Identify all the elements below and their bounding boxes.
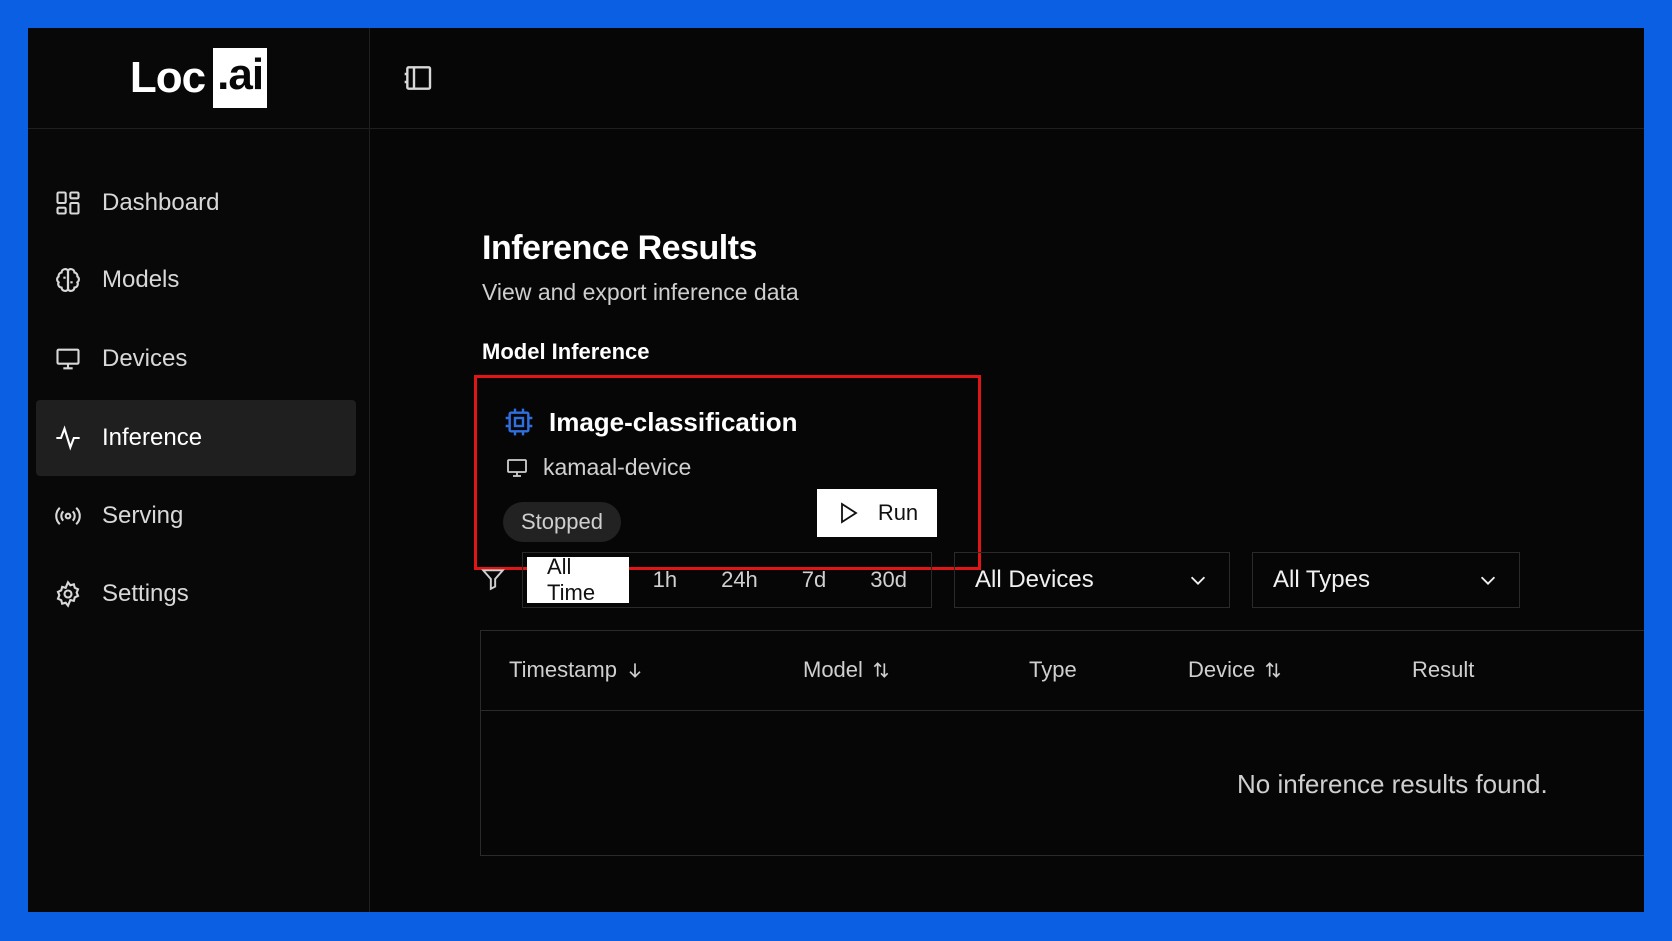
column-header-result: Result: [1412, 657, 1474, 683]
monitor-icon: [507, 458, 527, 477]
logo[interactable]: Loc .ai: [129, 48, 268, 108]
time-range-24h[interactable]: 24h: [701, 557, 778, 603]
sidebar-item-devices[interactable]: Devices: [36, 321, 356, 397]
run-button[interactable]: Run: [817, 489, 937, 537]
results-table: Timestamp Model Type Device Result No in…: [480, 630, 1644, 856]
time-range-30d[interactable]: 30d: [850, 557, 927, 603]
sidebar-item-settings[interactable]: Settings: [36, 556, 356, 632]
sidebar-item-label: Serving: [102, 502, 184, 529]
model-inference-card: Image-classification kamaal-device Stopp…: [474, 375, 981, 570]
sidebar-item-label: Devices: [102, 345, 188, 372]
column-header-model[interactable]: Model: [803, 657, 891, 683]
main-content: Inference Results View and export infere…: [370, 129, 1644, 912]
time-range-1h[interactable]: 1h: [633, 557, 697, 603]
sidebar-toggle-icon[interactable]: [402, 62, 434, 94]
sort-descending-icon: [629, 663, 641, 678]
monitor-icon: [56, 348, 80, 370]
type-select[interactable]: All Types: [1252, 552, 1520, 608]
sidebar-item-label: Inference: [102, 424, 203, 451]
sidebar-item-inference[interactable]: Inference: [36, 400, 356, 476]
topbar: [370, 28, 1644, 129]
device-select-value: All Devices: [975, 566, 1094, 593]
gear-icon: [56, 580, 80, 608]
sidebar-item-label: Dashboard: [102, 189, 220, 216]
sort-toggle-icon: [873, 662, 889, 678]
column-label: Device: [1188, 657, 1256, 682]
activity-pulse-icon: [56, 425, 80, 451]
chip-icon: [505, 408, 533, 436]
device-name: kamaal-device: [543, 454, 692, 480]
column-header-timestamp[interactable]: Timestamp: [509, 657, 645, 683]
column-header-device[interactable]: Device: [1188, 657, 1283, 683]
sort-toggle-icon: [1265, 662, 1281, 678]
column-label: Result: [1412, 657, 1475, 682]
sidebar-item-models[interactable]: Models: [36, 242, 356, 318]
table-header: Timestamp Model Type Device Result: [481, 631, 1644, 711]
filter-icon: [481, 569, 505, 591]
run-button-label: Run: [877, 500, 919, 525]
page-subtitle: View and export inference data: [482, 279, 799, 305]
column-label: Timestamp: [509, 657, 617, 682]
sidebar-item-dashboard[interactable]: Dashboard: [36, 165, 356, 241]
page-title: Inference Results: [482, 229, 757, 267]
sidebar-item-label: Settings: [102, 580, 189, 607]
time-range-all-time[interactable]: All Time: [527, 554, 629, 605]
broadcast-icon: [55, 507, 81, 525]
sidebar-item-serving[interactable]: Serving: [36, 478, 356, 554]
column-label: Model: [803, 657, 863, 682]
brain-icon: [56, 268, 80, 292]
column-label: Type: [1029, 657, 1077, 682]
time-range-group: All Time 1h 24h 7d 30d: [522, 552, 932, 608]
status-badge: Stopped: [503, 502, 621, 542]
app-window: Loc .ai Dashboard Models Devices Inferen…: [28, 28, 1644, 912]
time-range-7d[interactable]: 7d: [782, 557, 846, 603]
section-title: Model Inference: [482, 339, 650, 364]
column-header-type: Type: [1029, 657, 1077, 683]
chevron-down-icon: [1480, 576, 1496, 585]
model-name: Image-classification: [549, 406, 798, 437]
sidebar-item-label: Models: [102, 266, 180, 293]
play-icon: [840, 502, 858, 524]
model-row: Image-classification: [503, 406, 798, 438]
logo-text: Loc: [129, 53, 206, 102]
logo-accent: .ai: [213, 48, 268, 108]
dashboard-grid-icon: [56, 191, 80, 215]
logo-area: Loc .ai: [28, 28, 369, 129]
empty-state-message: No inference results found.: [1237, 769, 1548, 799]
device-row: kamaal-device: [505, 454, 691, 481]
sidebar: Loc .ai Dashboard Models Devices Inferen…: [28, 28, 370, 912]
chevron-down-icon: [1190, 576, 1206, 585]
device-select[interactable]: All Devices: [954, 552, 1230, 608]
type-select-value: All Types: [1273, 566, 1370, 593]
